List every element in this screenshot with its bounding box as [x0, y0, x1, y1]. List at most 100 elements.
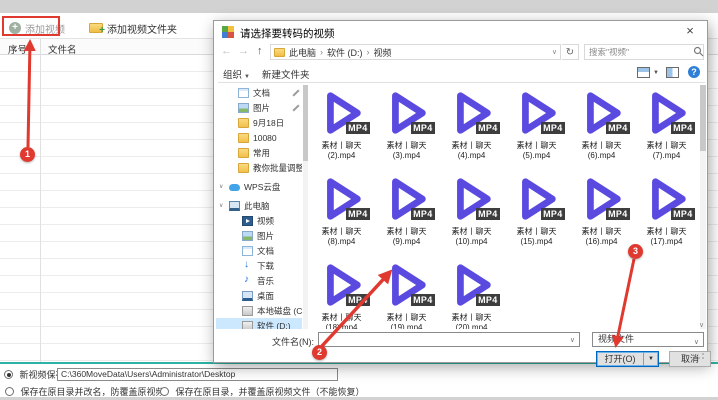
pin-icon	[293, 104, 299, 112]
mp4-badge: MP4	[476, 122, 499, 134]
column-header-filename: 文件名	[48, 42, 77, 56]
sidebar-item[interactable]: 文档	[216, 243, 302, 258]
sidebar-item-label: 软件 (D:)	[257, 320, 291, 330]
add-video-folder-button[interactable]: 添加视频文件夹	[84, 18, 182, 39]
breadcrumb-item-computer[interactable]: 此电脑	[289, 46, 316, 59]
help-icon[interactable]: ?	[688, 66, 700, 78]
mp4-badge: MP4	[671, 208, 694, 220]
view-options-icon[interactable]	[637, 67, 650, 78]
file-item[interactable]: MP4素材丨聊天(20).mp4	[441, 259, 503, 329]
chevron-down-icon[interactable]: ∨	[570, 336, 575, 344]
breadcrumb-item-drive[interactable]: 软件 (D:)	[327, 46, 363, 59]
sidebar-item[interactable]: ∨ WPS云盘	[216, 179, 302, 194]
folder-icon	[238, 148, 249, 158]
sidebar-item[interactable]: 图片	[216, 100, 302, 115]
mp4-file-icon: MP4	[381, 88, 431, 138]
sidebar-item-label: WPS云盘	[244, 181, 280, 193]
sidebar-item-label: 音乐	[257, 275, 274, 287]
mp4-badge: MP4	[541, 208, 564, 220]
file-item[interactable]: MP4素材丨聊天(18).mp4	[311, 259, 373, 329]
sidebar-item[interactable]: 本地磁盘 (C:)	[216, 303, 302, 318]
mp4-badge: MP4	[411, 122, 434, 134]
sidebar-item-label: 本地磁盘 (C:)	[257, 305, 302, 317]
sidebar-item[interactable]: 音乐	[216, 273, 302, 288]
mp4-file-icon: MP4	[381, 260, 431, 310]
filetype-dropdown[interactable]: 视频文件 ∨	[592, 332, 704, 347]
file-item[interactable]: MP4素材丨聊天(4).mp4	[441, 87, 503, 169]
mp4-file-icon: MP4	[576, 88, 626, 138]
open-file-dialog: 请选择要转码的视频 × ← → ↑ 此电脑 › 软件 (D:) › 视频 ∨ ↻…	[213, 20, 708, 363]
search-input[interactable]: 搜索"视频"	[584, 44, 704, 60]
file-item[interactable]: MP4素材丨聊天(17).mp4	[636, 173, 698, 255]
file-name-line1: 素材丨聊天	[571, 226, 633, 237]
file-item[interactable]: MP4素材丨聊天(9).mp4	[376, 173, 438, 255]
open-button-dropdown-icon[interactable]: ▼	[644, 352, 658, 366]
organize-menu[interactable]: 组织▼	[223, 67, 250, 81]
file-item[interactable]: MP4素材丨聊天(3).mp4	[376, 87, 438, 169]
mp4-file-icon: MP4	[641, 174, 691, 224]
file-name-line1: 素材丨聊天	[376, 312, 438, 323]
sidebar-item-label: 文档	[253, 87, 270, 99]
sidebar-item[interactable]: 10080	[216, 130, 302, 145]
chevron-down-icon[interactable]: ∨	[552, 48, 557, 56]
refresh-icon[interactable]: ↻	[562, 44, 579, 60]
save-to-radio[interactable]	[4, 370, 13, 379]
save-mode-row: 保存在原目录并改名，防覆盖原视频 保存在原目录，并覆盖原视频文件（不能恢复）	[0, 385, 718, 397]
breadcrumb-separator: ›	[367, 47, 370, 57]
sidebar-item[interactable]: 9月18日	[216, 115, 302, 130]
sidebar-item[interactable]: 图片	[216, 228, 302, 243]
file-item[interactable]: MP4素材丨聊天(7).mp4	[636, 87, 698, 169]
sidebar-item-label: 下载	[257, 260, 274, 272]
file-item[interactable]: MP4素材丨聊天(2).mp4	[311, 87, 373, 169]
filename-input[interactable]: ∨	[318, 332, 580, 347]
mp4-badge: MP4	[671, 122, 694, 134]
dialog-titlebar[interactable]: 请选择要转码的视频 ×	[214, 21, 707, 42]
close-icon[interactable]: ×	[681, 23, 699, 39]
chevron-down-icon[interactable]: ▼	[653, 70, 659, 76]
up-icon[interactable]: ↑	[257, 45, 263, 57]
preview-pane-icon[interactable]	[666, 67, 679, 78]
mp4-file-icon: MP4	[576, 174, 626, 224]
file-grid: MP4素材丨聊天(2).mp4MP4素材丨聊天(3).mp4MP4素材丨聊天(4…	[309, 85, 699, 329]
file-item[interactable]: MP4素材丨聊天(5).mp4	[506, 87, 568, 169]
sidebar-item[interactable]: 教你批量调整视频	[216, 160, 302, 175]
save-path-input[interactable]: C:\360MoveData\Users\Administrator\Deskt…	[57, 368, 338, 381]
expand-caret-icon[interactable]: ∨	[219, 202, 223, 209]
document-icon	[238, 88, 249, 98]
back-icon[interactable]: ←	[221, 45, 232, 57]
sidebar-item[interactable]: 桌面	[216, 288, 302, 303]
folder-icon	[238, 163, 249, 173]
breadcrumb-item-folder[interactable]: 视频	[374, 46, 392, 59]
file-item[interactable]: MP4素材丨聊天(16).mp4	[571, 173, 633, 255]
sidebar-item[interactable]: 视频	[216, 213, 302, 228]
chevron-down-icon[interactable]: ∨	[699, 321, 704, 329]
table-column-divider	[40, 38, 41, 362]
file-name-line1: 素材丨聊天	[376, 226, 438, 237]
file-item[interactable]: MP4素材丨聊天(15).mp4	[506, 173, 568, 255]
drive-icon	[242, 321, 253, 330]
expand-caret-icon[interactable]: ∨	[219, 183, 223, 190]
file-grid-scrollbar[interactable]	[700, 85, 706, 329]
sidebar-item-label: 图片	[257, 230, 274, 242]
resize-grip[interactable]	[697, 352, 705, 360]
file-item[interactable]: MP4素材丨聊天(19).mp4	[376, 259, 438, 329]
sidebar-item[interactable]: 软件 (D:)	[216, 318, 302, 329]
breadcrumb[interactable]: 此电脑 › 软件 (D:) › 视频 ∨	[270, 44, 561, 60]
mp4-badge: MP4	[541, 122, 564, 134]
sidebar-item[interactable]: 常用	[216, 145, 302, 160]
file-item[interactable]: MP4素材丨聊天(6).mp4	[571, 87, 633, 169]
drive-icon	[242, 306, 253, 316]
forward-icon[interactable]: →	[238, 45, 249, 57]
file-item[interactable]: MP4素材丨聊天(8).mp4	[311, 173, 373, 255]
sidebar-item[interactable]: 下载	[216, 258, 302, 273]
new-folder-button[interactable]: 新建文件夹	[262, 67, 310, 81]
sidebar-item[interactable]: ∨此电脑	[216, 198, 302, 213]
save-rename-radio[interactable]	[5, 387, 14, 396]
save-overwrite-radio[interactable]	[160, 387, 169, 396]
open-button[interactable]: 打开(O) ▼	[596, 351, 659, 367]
mp4-badge: MP4	[411, 208, 434, 220]
file-item[interactable]: MP4素材丨聊天(10).mp4	[441, 173, 503, 255]
sidebar-item[interactable]: 文档	[216, 85, 302, 100]
desktop-icon	[242, 291, 253, 301]
sidebar-scrollbar[interactable]	[303, 85, 308, 329]
